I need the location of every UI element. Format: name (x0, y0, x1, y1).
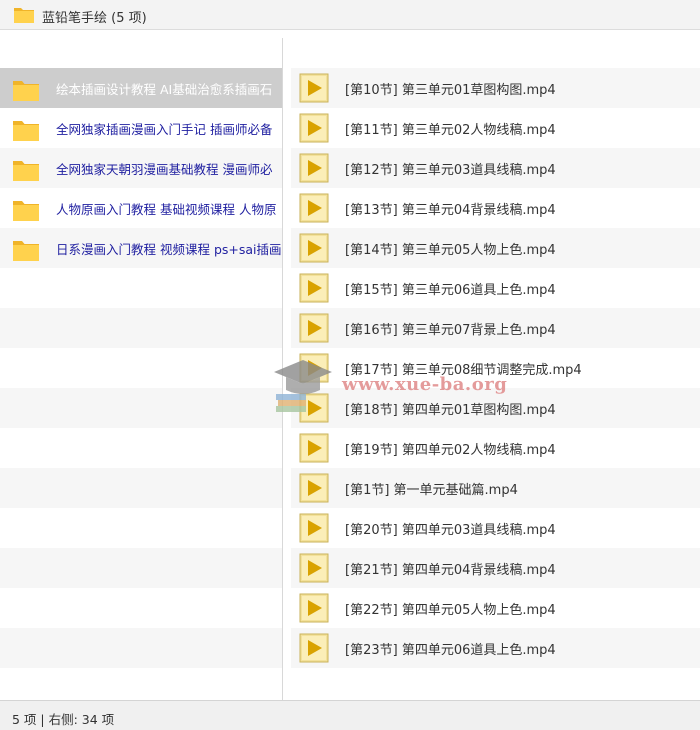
empty-row (0, 468, 282, 508)
video-file-icon (299, 273, 329, 303)
file-list: [第10节] 第三单元01草图构图.mp4 [第11节] 第三单元02人物线稿.m… (283, 38, 700, 700)
folder-item[interactable]: 全网独家天朝羽漫画基础教程 漫画师必 (0, 148, 282, 188)
file-item[interactable]: [第20节] 第四单元03道具线稿.mp4 (291, 508, 700, 548)
folder-list: 绘本插画设计教程 AI基础治愈系插画石 全网独家插画漫画入门手记 插画师必备 全网独… (0, 38, 283, 700)
video-file-icon (299, 473, 329, 503)
folder-item[interactable]: 全网独家插画漫画入门手记 插画师必备 (0, 108, 282, 148)
file-item-label: [第22节] 第四单元05人物上色.mp4 (345, 603, 556, 618)
video-file-icon (299, 193, 329, 223)
folder-icon (12, 116, 40, 146)
file-item-label: [第18节] 第四单元01草图构图.mp4 (345, 403, 556, 418)
video-file-icon (299, 633, 329, 663)
file-item-label: [第10节] 第三单元01草图构图.mp4 (345, 83, 556, 98)
file-browser-window: 蓝铅笔手绘 (5 项) 绘本插画设计教程 AI基础治愈系插画石 全网独家插画漫画入… (0, 0, 700, 730)
folder-icon (12, 196, 40, 226)
file-item[interactable]: [第16节] 第三单元07背景上色.mp4 (291, 308, 700, 348)
folder-icon (12, 236, 40, 266)
file-item[interactable]: [第15节] 第三单元06道具上色.mp4 (291, 268, 700, 308)
folder-item-label: 绘本插画设计教程 AI基础治愈系插画石 (56, 82, 273, 97)
file-item[interactable]: [第17节] 第三单元08细节调整完成.mp4 (291, 348, 700, 388)
file-item[interactable]: [第13节] 第三单元04背景线稿.mp4 (291, 188, 700, 228)
video-file-icon (299, 593, 329, 623)
empty-row (0, 548, 282, 588)
file-item-label: [第1节] 第一单元基础篇.mp4 (345, 483, 518, 498)
file-item-label: [第21节] 第四单元04背景线稿.mp4 (345, 563, 556, 578)
file-item-label: [第15节] 第三单元06道具上色.mp4 (345, 283, 556, 298)
file-item[interactable]: [第12节] 第三单元03道具线稿.mp4 (291, 148, 700, 188)
file-item-label: [第23节] 第四单元06道具上色.mp4 (345, 643, 556, 658)
empty-row (0, 308, 282, 348)
file-item-label: [第17节] 第三单元08细节调整完成.mp4 (345, 363, 582, 378)
folder-item[interactable]: 绘本插画设计教程 AI基础治愈系插画石 (0, 68, 282, 108)
file-item-label: [第14节] 第三单元05人物上色.mp4 (345, 243, 556, 258)
video-file-icon (299, 353, 329, 383)
file-item-label: [第19节] 第四单元02人物线稿.mp4 (345, 443, 556, 458)
folder-item[interactable]: 日系漫画入门教程 视频课程 ps+sai插画 (0, 228, 282, 268)
folder-icon (13, 4, 35, 28)
video-file-icon (299, 313, 329, 343)
file-item[interactable]: [第19节] 第四单元02人物线稿.mp4 (291, 428, 700, 468)
empty-row (0, 268, 282, 308)
empty-row (0, 388, 282, 428)
file-item[interactable]: [第18节] 第四单元01草图构图.mp4 (291, 388, 700, 428)
video-file-icon (299, 553, 329, 583)
file-item[interactable]: [第14节] 第三单元05人物上色.mp4 (291, 228, 700, 268)
file-item[interactable]: [第10节] 第三单元01草图构图.mp4 (291, 68, 700, 108)
video-file-icon (299, 393, 329, 423)
empty-row (0, 588, 282, 628)
folder-item[interactable]: 人物原画入门教程 基础视频课程 人物原 (0, 188, 282, 228)
video-file-icon (299, 513, 329, 543)
empty-row (0, 508, 282, 548)
folder-item-label: 全网独家天朝羽漫画基础教程 漫画师必 (56, 162, 273, 177)
title-bar: 蓝铅笔手绘 (5 项) (0, 0, 700, 30)
folder-item-label: 人物原画入门教程 基础视频课程 人物原 (56, 202, 277, 217)
status-bar: 5 项 | 右侧: 34 项 (0, 700, 700, 730)
video-file-icon (299, 153, 329, 183)
empty-row (0, 668, 282, 700)
video-file-icon (299, 113, 329, 143)
file-item[interactable]: [第23节] 第四单元06道具上色.mp4 (291, 628, 700, 668)
folder-icon (12, 156, 40, 186)
video-file-icon (299, 73, 329, 103)
file-item-label: [第11节] 第三单元02人物线稿.mp4 (345, 123, 556, 138)
empty-row (0, 348, 282, 388)
file-item-label: [第16节] 第三单元07背景上色.mp4 (345, 323, 556, 338)
file-item[interactable]: [第22节] 第四单元05人物上色.mp4 (291, 588, 700, 628)
window-title: 蓝铅笔手绘 (5 项) (42, 11, 147, 26)
file-item[interactable]: [第1节] 第一单元基础篇.mp4 (291, 468, 700, 508)
file-item-label: [第20节] 第四单元03道具线稿.mp4 (345, 523, 556, 538)
empty-row (0, 428, 282, 468)
file-item[interactable]: [第11节] 第三单元02人物线稿.mp4 (291, 108, 700, 148)
file-item-label: [第12节] 第三单元03道具线稿.mp4 (345, 163, 556, 178)
empty-row (0, 628, 282, 668)
status-text: 5 项 | 右侧: 34 项 (12, 712, 115, 727)
file-item[interactable]: [第21节] 第四单元04背景线稿.mp4 (291, 548, 700, 588)
folder-item-label: 全网独家插画漫画入门手记 插画师必备 (56, 122, 273, 137)
video-file-icon (299, 433, 329, 463)
file-item-label: [第13节] 第三单元04背景线稿.mp4 (345, 203, 556, 218)
folder-item-label: 日系漫画入门教程 视频课程 ps+sai插画 (56, 242, 282, 257)
video-file-icon (299, 233, 329, 263)
folder-icon (12, 76, 40, 106)
